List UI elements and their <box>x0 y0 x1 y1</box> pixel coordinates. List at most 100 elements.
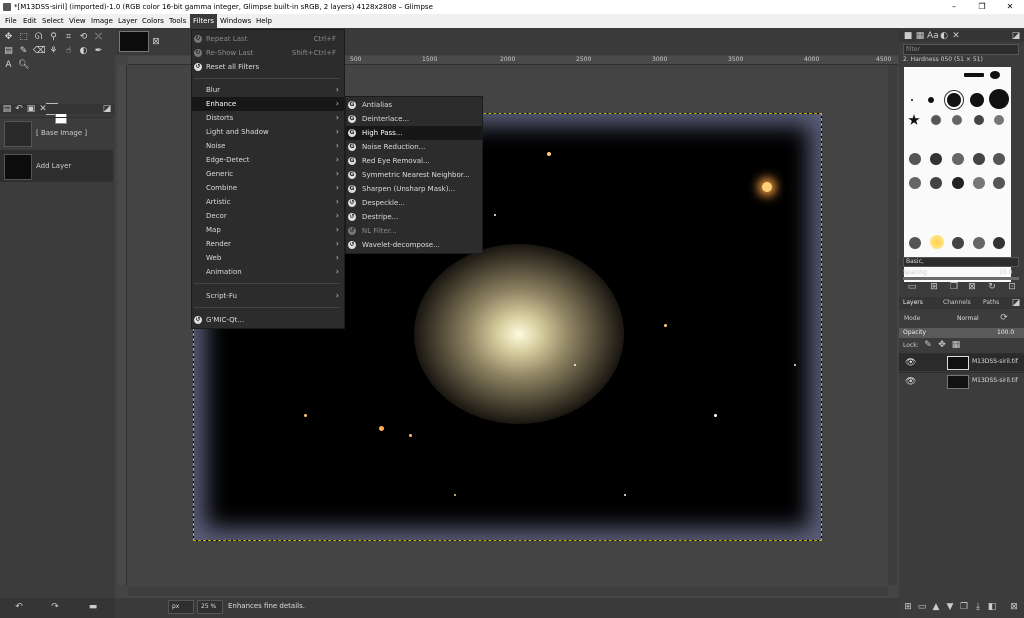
vertical-scrollbar[interactable] <box>888 65 897 585</box>
undo-history-tab-icon[interactable]: ↶ <box>14 104 24 114</box>
menu-item-edge-detect[interactable]: Edge-Detect › <box>192 153 344 167</box>
rect-select-tool-icon[interactable]: ⬚ <box>18 32 29 43</box>
menu-item-wavelet-decompose[interactable]: ↺ Wavelet-decompose... <box>346 238 482 252</box>
minimize-button[interactable]: – <box>940 0 968 14</box>
zoom-tool-icon[interactable]: 🔍︎ <box>18 60 29 71</box>
new-layer-group-icon[interactable]: ▭ <box>917 602 927 612</box>
menu-item-red-eye-removal[interactable]: G Red Eye Removal... <box>346 154 482 168</box>
menu-item-sharpen-unsharp-mask[interactable]: G Sharpen (Unsharp Mask)... <box>346 182 482 196</box>
save-icon[interactable]: ▬ <box>88 602 98 612</box>
menu-item-combine[interactable]: Combine › <box>192 181 344 195</box>
delete-layer-icon[interactable]: ⊠ <box>1009 602 1019 612</box>
menu-item-script-fu[interactable]: Script-Fu › <box>192 289 344 303</box>
fuzzy-select-tool-icon[interactable]: ⚲ <box>48 32 59 43</box>
menu-item-reshow-last[interactable]: ↻ Re-Show Last Shift+Ctrl+F <box>192 46 344 60</box>
visibility-eye-icon[interactable]: 👁︎ <box>905 377 916 387</box>
brush-swatch[interactable] <box>930 235 944 249</box>
brush-swatch[interactable] <box>909 237 921 249</box>
spacing-value[interactable]: 10.0 <box>999 269 1012 276</box>
brush-swatch[interactable] <box>952 115 962 125</box>
menu-colors[interactable]: Colors <box>139 14 167 28</box>
menu-item-distorts[interactable]: Distorts › <box>192 111 344 125</box>
brush-swatch[interactable] <box>911 99 913 101</box>
menu-item-gmic-qt[interactable]: ↺ G'MIC-Qt... <box>192 313 344 327</box>
paintbrush-tool-icon[interactable]: ✎ <box>18 46 29 57</box>
tab-channels[interactable]: Channels <box>943 299 971 306</box>
menu-item-reset-all-filters[interactable]: ↺ Reset all Filters <box>192 60 344 74</box>
brush-swatch[interactable] <box>952 177 964 189</box>
refresh-brushes-icon[interactable]: ↻ <box>987 282 997 292</box>
horizontal-scrollbar[interactable] <box>128 587 888 596</box>
menu-item-enhance[interactable]: Enhance › <box>192 97 344 111</box>
delete-brush-icon[interactable]: ⊠ <box>967 282 977 292</box>
menu-item-noise-reduction[interactable]: G Noise Reduction... <box>346 140 482 154</box>
brush-swatch[interactable] <box>993 177 1005 189</box>
menu-item-nl-filter[interactable]: ↺ NL Filter... <box>346 224 482 238</box>
patterns-tab-icon[interactable]: ▦ <box>915 31 925 41</box>
fonts-tab-icon[interactable]: Aa <box>927 31 939 41</box>
mode-reset-icon[interactable]: ⟳ <box>999 313 1009 323</box>
lock-position-icon[interactable]: ✥ <box>937 340 947 350</box>
menu-help[interactable]: Help <box>253 14 275 28</box>
unit-select[interactable]: px <box>168 600 194 614</box>
brush-swatch[interactable] <box>909 177 921 189</box>
brush-swatch[interactable] <box>973 153 985 165</box>
menu-item-symmetric-nearest-neighbor[interactable]: G Symmetric Nearest Neighbor... <box>346 168 482 182</box>
menu-select[interactable]: Select <box>39 14 67 28</box>
brush-swatch[interactable] <box>909 153 921 165</box>
brush-swatch[interactable] <box>973 177 985 189</box>
brush-swatch[interactable] <box>993 237 1005 249</box>
menu-filters[interactable]: Filters <box>190 14 217 28</box>
brush-swatch[interactable] <box>930 177 942 189</box>
layer-row[interactable]: 👁︎ M13DSS-siril.tif <box>899 372 1024 390</box>
brush-swatch[interactable] <box>931 115 941 125</box>
menu-item-blur[interactable]: Blur › <box>192 83 344 97</box>
tab-paths[interactable]: Paths <box>983 299 999 306</box>
menu-file[interactable]: File <box>2 14 20 28</box>
vertical-ruler[interactable] <box>118 65 127 585</box>
menu-item-noise[interactable]: Noise › <box>192 139 344 153</box>
brush-swatch[interactable] <box>989 89 1009 109</box>
path-tool-icon[interactable]: ✒ <box>93 46 104 57</box>
images-tab-icon[interactable]: ▣ <box>26 104 36 114</box>
gradient-tool-icon[interactable]: ▤ <box>3 46 14 57</box>
mask-icon[interactable]: ◧ <box>987 602 997 612</box>
mode-select[interactable]: Normal <box>957 315 979 322</box>
new-layer-icon[interactable]: ⊞ <box>903 602 913 612</box>
brush-menu-icon[interactable]: ⊡ <box>1007 282 1017 292</box>
close-tab-icon[interactable]: ✕ <box>38 104 48 114</box>
close-window-button[interactable]: ✕ <box>996 0 1024 14</box>
new-brush-icon[interactable]: ⊞ <box>929 282 939 292</box>
smudge-tool-icon[interactable]: ☝ <box>63 46 74 57</box>
menu-item-light-and-shadow[interactable]: Light and Shadow › <box>192 125 344 139</box>
brush-swatch[interactable] <box>952 153 964 165</box>
menu-view[interactable]: View <box>66 14 89 28</box>
rotate-tool-icon[interactable]: ⟲ <box>78 32 89 43</box>
opacity-value[interactable]: 100.0 <box>997 329 1014 336</box>
zoom-select[interactable]: 25 % <box>197 600 223 614</box>
tab-menu-icon[interactable]: ◪ <box>1011 31 1021 41</box>
lasso-tool-icon[interactable]: ᘏ <box>33 32 44 43</box>
brush-swatch[interactable] <box>970 93 984 107</box>
menu-item-destripe[interactable]: ↺ Destripe... <box>346 210 482 224</box>
raise-layer-icon[interactable]: ▲ <box>931 602 941 612</box>
menu-item-generic[interactable]: Generic › <box>192 167 344 181</box>
menu-windows[interactable]: Windows <box>217 14 254 28</box>
dodge-tool-icon[interactable]: ◐ <box>78 46 89 57</box>
brush-swatch[interactable] <box>974 115 984 125</box>
brush-swatch[interactable] <box>930 153 942 165</box>
brush-swatch[interactable] <box>944 90 964 110</box>
menu-tools[interactable]: Tools <box>166 14 189 28</box>
brush-swatch[interactable] <box>990 71 1000 79</box>
gradients-tab-icon[interactable]: ◐ <box>939 31 949 41</box>
lock-pixels-icon[interactable]: ✎ <box>923 340 933 350</box>
crop-tool-icon[interactable]: ⌗ <box>63 32 74 43</box>
menu-image[interactable]: Image <box>88 14 116 28</box>
merge-layer-icon[interactable]: ⤓ <box>973 602 983 612</box>
menu-item-web[interactable]: Web › <box>192 251 344 265</box>
list-item[interactable]: Add Layer <box>0 150 113 182</box>
lock-alpha-icon[interactable]: ▦ <box>951 340 961 350</box>
text-tool-icon[interactable]: A <box>3 60 14 71</box>
eraser-tool-icon[interactable]: ⌫ <box>33 46 46 57</box>
duplicate-brush-icon[interactable]: ❐ <box>949 282 959 292</box>
